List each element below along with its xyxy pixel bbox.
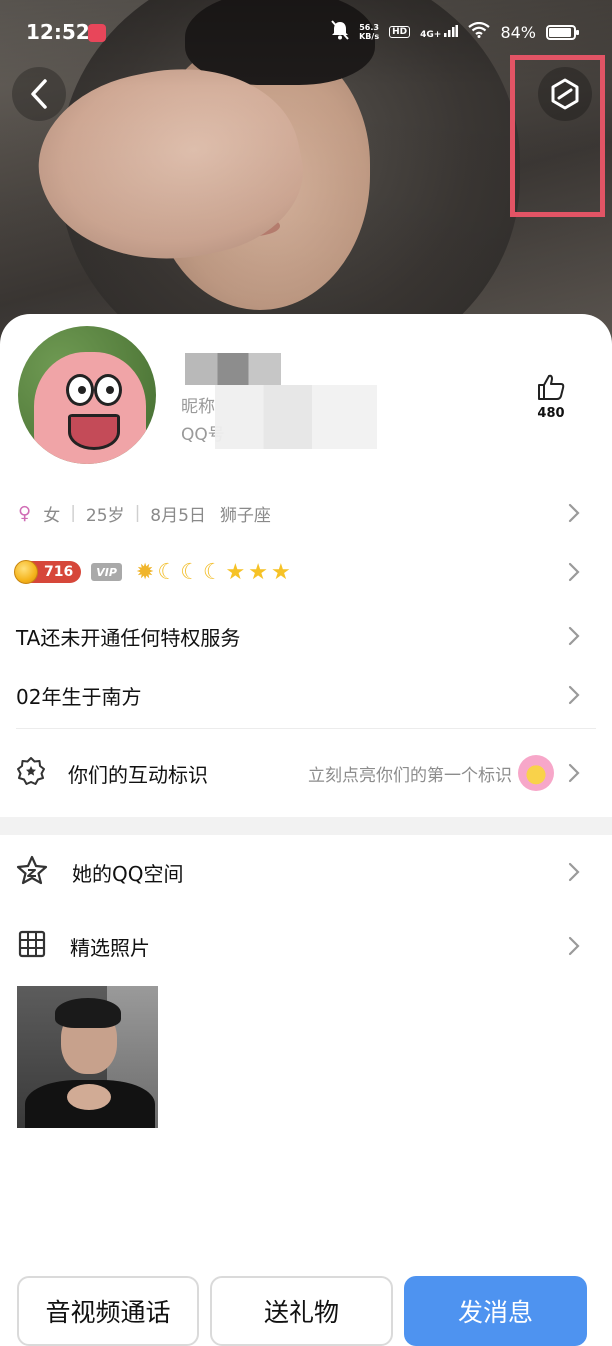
nickname-label: 昵称 bbox=[181, 397, 215, 417]
photo-hair bbox=[55, 998, 121, 1028]
signal-icon: 4G+ bbox=[420, 24, 459, 40]
photos-label: 精选照片 bbox=[70, 935, 150, 960]
send-message-button[interactable]: 发消息 bbox=[404, 1276, 587, 1346]
star-icon bbox=[16, 855, 48, 890]
interaction-label: 你们的互动标识 bbox=[68, 762, 208, 787]
basic-info-row[interactable]: ♀ 女 | 25岁 | 8月5日 狮子座 bbox=[0, 487, 612, 539]
moon-icon: ☾ bbox=[202, 559, 223, 585]
birthday-text: 8月5日 bbox=[150, 505, 206, 526]
chevron-right-icon bbox=[568, 503, 580, 523]
bio-text: 02年生于南方 bbox=[16, 684, 142, 709]
like-button[interactable]: 480 bbox=[531, 374, 571, 421]
level-icons: ✹ ☾ ☾ ☾ ★ ★ ★ bbox=[136, 560, 291, 585]
battery-percent: 84% bbox=[500, 22, 536, 42]
level-number: 716 bbox=[44, 564, 74, 580]
badge-icon bbox=[16, 756, 46, 791]
female-icon: ♀ bbox=[18, 502, 32, 524]
divider bbox=[16, 728, 596, 729]
mute-bell-icon bbox=[331, 20, 349, 44]
interaction-hint: 立刻点亮你们的第一个标识 bbox=[308, 765, 512, 786]
star-icon: ★ bbox=[271, 559, 291, 585]
moon-icon: ☾ bbox=[157, 559, 178, 585]
chevron-right-icon bbox=[568, 936, 580, 956]
account-info-redacted bbox=[215, 385, 377, 449]
status-time: 12:52 bbox=[26, 20, 90, 44]
chevron-right-icon bbox=[568, 763, 580, 783]
avatar-eye-left bbox=[66, 374, 94, 406]
level-row[interactable]: 716 VIP ✹ ☾ ☾ ☾ ★ ★ ★ bbox=[0, 546, 612, 598]
level-badge: 716 bbox=[14, 560, 82, 584]
star-icon: ★ bbox=[248, 559, 269, 585]
thumbs-up-icon bbox=[538, 374, 565, 400]
send-gift-button[interactable]: 送礼物 bbox=[210, 1276, 393, 1346]
privilege-text: TA还未开通任何特权服务 bbox=[16, 625, 241, 650]
signal-label: 4G+ bbox=[420, 29, 442, 40]
wifi-icon bbox=[468, 21, 491, 42]
chevron-right-icon bbox=[568, 862, 580, 882]
info-separator: | bbox=[70, 503, 76, 523]
hd-icon: HD bbox=[389, 26, 411, 38]
video-call-button[interactable]: 音视频通话 bbox=[17, 1276, 199, 1346]
moon-icon: ☾ bbox=[180, 559, 200, 585]
age-text: 25岁 bbox=[85, 505, 125, 526]
battery-fill bbox=[549, 27, 571, 37]
privilege-row[interactable]: TA还未开通任何特权服务 bbox=[0, 610, 612, 662]
grid-icon bbox=[18, 930, 46, 963]
sun-icon: ✹ bbox=[135, 559, 155, 585]
qzone-row[interactable]: 她的QQ空间 bbox=[0, 846, 612, 898]
vip-badge: VIP bbox=[91, 563, 122, 581]
chevron-right-icon bbox=[568, 685, 580, 705]
back-button[interactable] bbox=[12, 67, 66, 121]
net-speed: 56.3 KB/s bbox=[359, 23, 379, 41]
bio-row[interactable]: 02年生于南方 bbox=[0, 669, 612, 721]
avatar[interactable] bbox=[18, 326, 156, 464]
highlight-annotation-box bbox=[510, 55, 605, 217]
interaction-badge-row[interactable]: 你们的互动标识 立刻点亮你们的第一个标识 bbox=[0, 747, 612, 799]
zodiac-text: 狮子座 bbox=[219, 505, 271, 526]
net-speed-value: 56.3 bbox=[359, 23, 379, 32]
avatar-eye-right bbox=[94, 374, 122, 406]
battery-icon bbox=[546, 24, 579, 40]
featured-photo[interactable] bbox=[17, 986, 158, 1128]
status-right: 56.3 KB/s HD 4G+ 84% bbox=[331, 20, 579, 44]
nickname-redacted bbox=[185, 353, 281, 385]
like-count: 480 bbox=[537, 406, 565, 421]
info-separator: | bbox=[134, 503, 141, 523]
level-badge-icon bbox=[14, 560, 38, 584]
section-gap bbox=[0, 817, 612, 835]
photo-heart-hands bbox=[67, 1084, 111, 1110]
gender-text: 女 bbox=[43, 505, 61, 526]
net-speed-unit: KB/s bbox=[359, 32, 380, 41]
back-icon bbox=[31, 79, 47, 109]
flower-icon bbox=[518, 755, 554, 791]
chevron-right-icon bbox=[568, 626, 580, 646]
chevron-right-icon bbox=[568, 562, 580, 582]
avatar-mouth bbox=[68, 414, 120, 450]
photos-row[interactable]: 精选照片 bbox=[0, 920, 612, 972]
qzone-label: 她的QQ空间 bbox=[72, 861, 184, 886]
app-notification-icon bbox=[88, 24, 106, 42]
star-icon: ★ bbox=[225, 559, 246, 585]
